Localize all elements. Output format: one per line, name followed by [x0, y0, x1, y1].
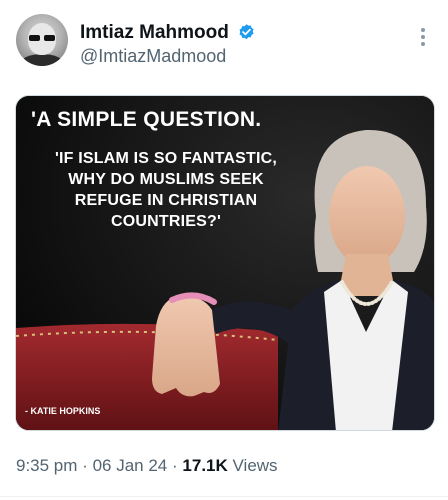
verified-badge-icon	[239, 24, 254, 40]
meta-separator: ·	[172, 456, 178, 475]
author-handle[interactable]: @ImtiazMadmood	[80, 46, 226, 67]
quote-line: COUNTRIES?'	[110, 213, 221, 230]
quote-attribution: - KATIE HOPKINS	[25, 406, 101, 416]
more-options-icon[interactable]	[419, 28, 427, 50]
tweet-time[interactable]: 9:35 pm	[16, 456, 77, 475]
tweet: Imtiaz Mahmood @ImtiazMadmood 'A SIMPLE …	[0, 0, 448, 500]
divider	[0, 496, 448, 497]
views-label: Views	[232, 456, 278, 475]
tweet-metadata: 9:35 pm · 06 Jan 24 · 17.1K Views	[16, 456, 278, 476]
avatar-body	[20, 54, 64, 66]
avatar[interactable]	[16, 14, 68, 66]
quote-line: REFUGE IN CHRISTIAN	[74, 192, 258, 209]
avatar-glasses	[29, 35, 55, 41]
quote-body: 'IF ISLAM IS SO FANTASTIC, WHY DO MUSLIM…	[35, 148, 297, 232]
image-artwork	[16, 96, 434, 430]
quote-line: WHY DO MUSLIMS SEEK	[68, 171, 264, 188]
quote-title: 'A SIMPLE QUESTION.	[31, 108, 262, 131]
meta-separator: ·	[82, 456, 88, 475]
quote-line: 'IF ISLAM IS SO FANTASTIC,	[54, 150, 278, 167]
views-count: 17.1K	[182, 456, 228, 475]
tweet-image[interactable]: 'A SIMPLE QUESTION. 'IF ISLAM IS SO FANT…	[15, 95, 435, 431]
author-display-name[interactable]: Imtiaz Mahmood	[80, 22, 229, 44]
tweet-date[interactable]: 06 Jan 24	[93, 456, 168, 475]
